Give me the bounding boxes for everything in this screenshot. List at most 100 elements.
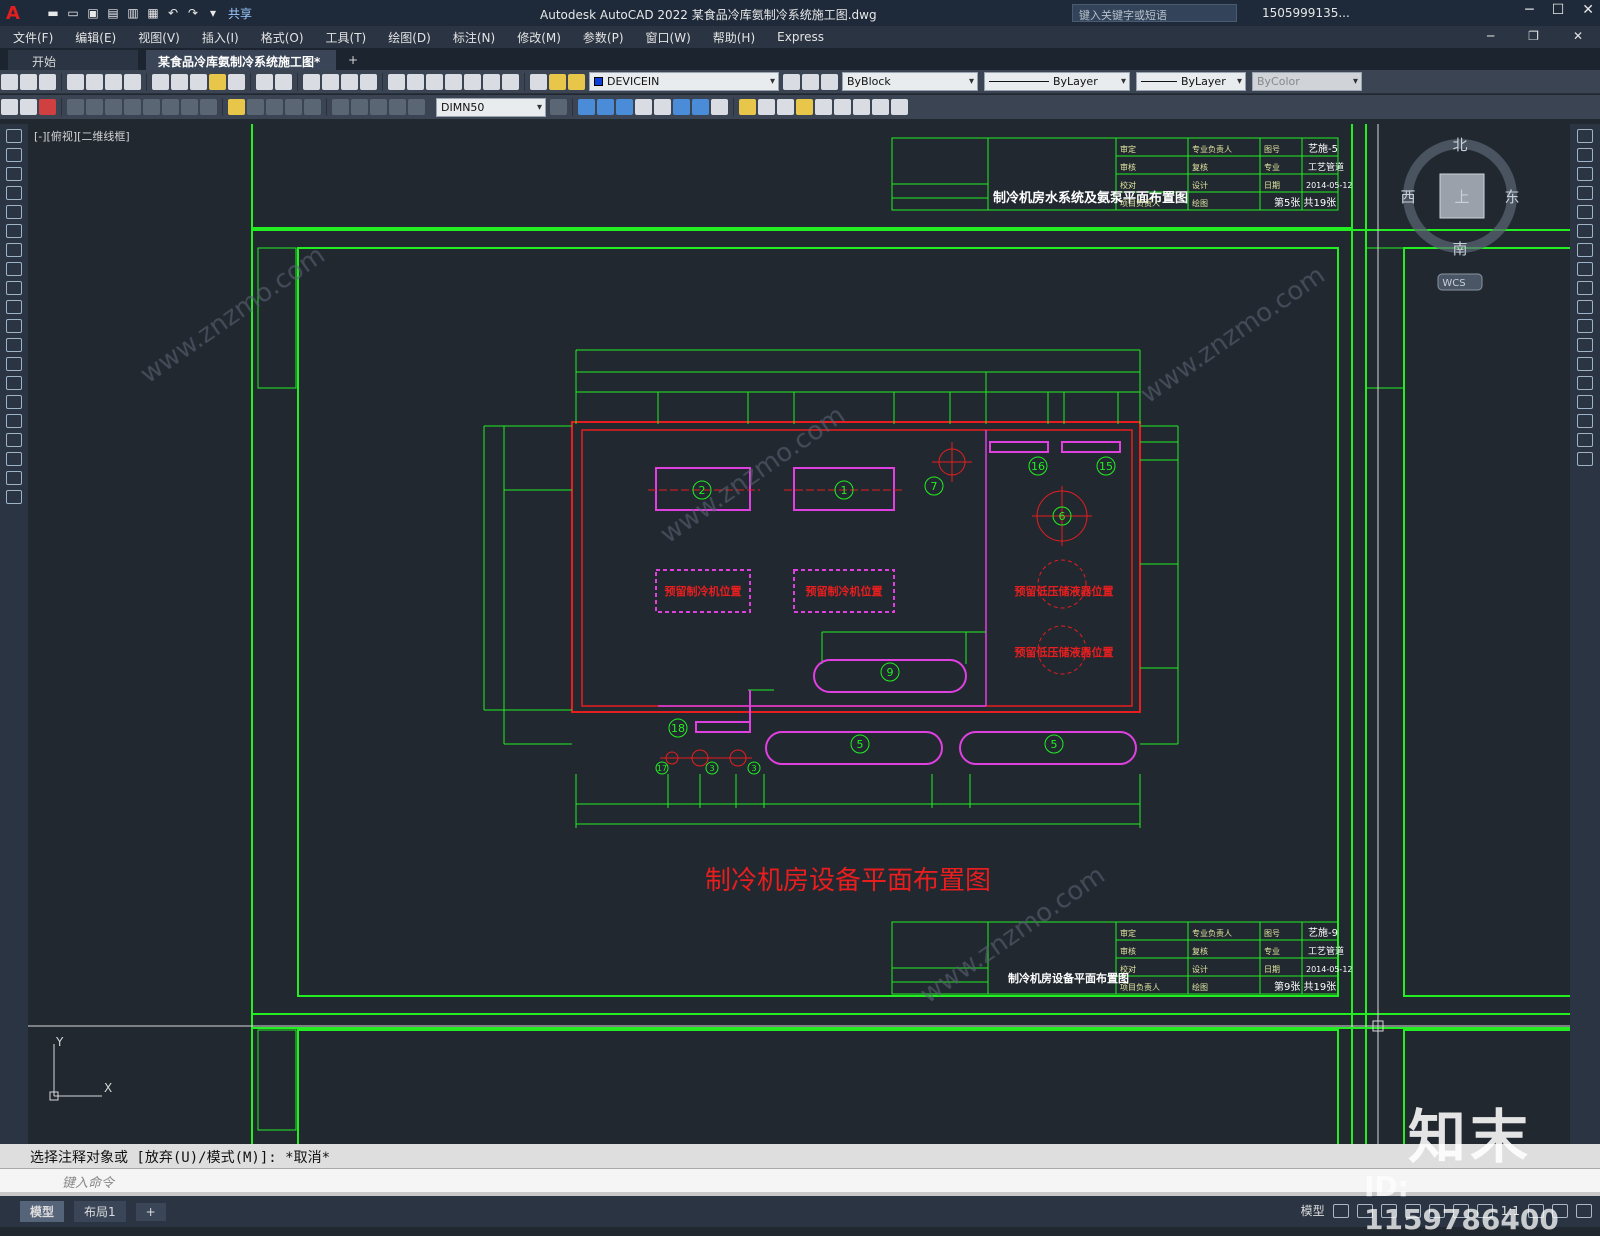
- draw-order-front-icon[interactable]: [578, 99, 595, 115]
- dimstyle-select[interactable]: DIMN50: [436, 97, 546, 117]
- save-toolbar-icon[interactable]: [39, 73, 56, 90]
- xref-icon[interactable]: [777, 99, 794, 115]
- ellipse-arc-icon[interactable]: [6, 319, 22, 333]
- baseline-dim-icon[interactable]: [247, 99, 264, 115]
- radius-dim-icon[interactable]: [143, 99, 160, 115]
- wblock-icon[interactable]: [20, 99, 37, 115]
- tab-model[interactable]: 模型: [20, 1201, 65, 1222]
- zoom-window-icon[interactable]: [341, 73, 358, 90]
- preview-icon[interactable]: [86, 73, 103, 90]
- plot-toolbar-icon[interactable]: [67, 73, 84, 90]
- menu-express[interactable]: Express: [777, 30, 824, 44]
- calculator-icon[interactable]: [483, 73, 500, 90]
- make-block-icon[interactable]: [6, 357, 22, 371]
- layer-freeze-icon[interactable]: [568, 73, 585, 90]
- menu-parametric[interactable]: 参数(P): [583, 29, 624, 46]
- menu-window[interactable]: 窗口(W): [646, 29, 691, 46]
- maximize-icon[interactable]: ☐: [1552, 2, 1565, 18]
- rotate-icon[interactable]: [1577, 243, 1593, 257]
- command-input[interactable]: 键入命令: [0, 1168, 1600, 1192]
- menu-tools[interactable]: 工具(T): [326, 29, 367, 46]
- break-at-point-icon[interactable]: [1577, 338, 1593, 352]
- open-file-icon[interactable]: ▭: [64, 4, 82, 22]
- construction-line-icon[interactable]: [6, 148, 22, 162]
- menu-format[interactable]: 格式(O): [261, 29, 304, 46]
- refedit-icon[interactable]: [739, 99, 756, 115]
- offset-icon[interactable]: [1577, 186, 1593, 200]
- scale-icon[interactable]: [1577, 262, 1593, 276]
- menu-file[interactable]: 文件(F): [13, 29, 53, 46]
- break-icon[interactable]: [1577, 357, 1593, 371]
- undo-icon[interactable]: ↶: [164, 4, 182, 22]
- close-icon[interactable]: ✕: [1582, 2, 1594, 18]
- publish-icon[interactable]: [105, 73, 122, 90]
- add-layout-icon[interactable]: +: [135, 1202, 166, 1221]
- dim-space-icon[interactable]: [285, 99, 302, 115]
- menu-edit[interactable]: 编辑(E): [75, 29, 116, 46]
- redo-icon[interactable]: ↷: [184, 4, 202, 22]
- insert-block-icon[interactable]: [6, 338, 22, 352]
- extend-icon[interactable]: [1577, 319, 1593, 333]
- sheet-set-icon[interactable]: [445, 73, 462, 90]
- pan-icon[interactable]: [303, 73, 320, 90]
- draw-order-back-icon[interactable]: [597, 99, 614, 115]
- dropdown-icon[interactable]: ▾: [204, 4, 222, 22]
- markup-icon[interactable]: [464, 73, 481, 90]
- undo-toolbar-icon[interactable]: [256, 73, 273, 90]
- table-icon[interactable]: [6, 452, 22, 466]
- arc-length-icon[interactable]: [105, 99, 122, 115]
- properties-icon[interactable]: [388, 73, 405, 90]
- redo-toolbar-icon[interactable]: [275, 73, 292, 90]
- help-icon[interactable]: [502, 73, 519, 90]
- drawing-canvas[interactable]: [-][俯视][二维线框] 制冷机房水系统及氨泵平面布置图 艺施-5 工艺管道 …: [28, 124, 1570, 1144]
- match-properties-icon[interactable]: [209, 73, 226, 90]
- doc-restore-icon[interactable]: ❐: [1528, 29, 1539, 43]
- hatch-back-icon[interactable]: [711, 99, 728, 115]
- hatch-icon[interactable]: [6, 395, 22, 409]
- hyperlink-icon[interactable]: [891, 99, 908, 115]
- make-current-icon[interactable]: [783, 73, 800, 90]
- layer-properties-icon[interactable]: [530, 73, 547, 90]
- stretch-icon[interactable]: [1577, 281, 1593, 295]
- move-icon[interactable]: [1577, 224, 1593, 238]
- design-center-icon[interactable]: [407, 73, 424, 90]
- image-adjust-icon[interactable]: [853, 99, 870, 115]
- erase-icon[interactable]: [1577, 129, 1593, 143]
- refclose-icon[interactable]: [758, 99, 775, 115]
- frame-icon[interactable]: [834, 99, 851, 115]
- grid-icon[interactable]: [1332, 1203, 1349, 1218]
- save-as-icon[interactable]: ▤: [104, 4, 122, 22]
- blend-icon[interactable]: [1577, 433, 1593, 447]
- new-file-icon[interactable]: ▬: [44, 4, 62, 22]
- paste-icon[interactable]: [190, 73, 207, 90]
- viewcube[interactable]: 上 北 南 东 西 WCS: [1400, 136, 1520, 291]
- clip-icon[interactable]: [796, 99, 813, 115]
- ordinate-dim-icon[interactable]: [124, 99, 141, 115]
- dim-break-icon[interactable]: [304, 99, 321, 115]
- tab-start[interactable]: 开始: [8, 50, 138, 70]
- doc-minimize-icon[interactable]: ─: [1487, 29, 1494, 43]
- aligned-dim-icon[interactable]: [86, 99, 103, 115]
- copy-object-icon[interactable]: [1577, 148, 1593, 162]
- lineweight-select[interactable]: ByLayer: [1136, 72, 1246, 91]
- circle-icon[interactable]: [6, 243, 22, 257]
- layer-previous-icon[interactable]: [802, 73, 819, 90]
- point-icon[interactable]: [6, 376, 22, 390]
- plot-icon[interactable]: ▦: [144, 4, 162, 22]
- draw-order-above-icon[interactable]: [616, 99, 633, 115]
- menu-modify[interactable]: 修改(M): [517, 29, 561, 46]
- doc-close-icon[interactable]: ✕: [1573, 29, 1583, 43]
- user-account[interactable]: 1505999135...: [1262, 6, 1350, 20]
- menu-help[interactable]: 帮助(H): [713, 29, 755, 46]
- chamfer-icon[interactable]: [1577, 395, 1593, 409]
- block-editor-icon[interactable]: [228, 73, 245, 90]
- menu-draw[interactable]: 绘图(D): [388, 29, 431, 46]
- layer-state-icon[interactable]: [821, 73, 838, 90]
- polygon-icon[interactable]: [6, 186, 22, 200]
- gradient-icon[interactable]: [6, 414, 22, 428]
- model-space-toggle[interactable]: 模型: [1301, 1202, 1325, 1219]
- menu-dimension[interactable]: 标注(N): [453, 29, 495, 46]
- save-icon[interactable]: ▣: [84, 4, 102, 22]
- tab-drawing[interactable]: 某食品冷库氨制冷系统施工图*: [146, 50, 336, 70]
- new-tab-icon[interactable]: +: [344, 50, 364, 70]
